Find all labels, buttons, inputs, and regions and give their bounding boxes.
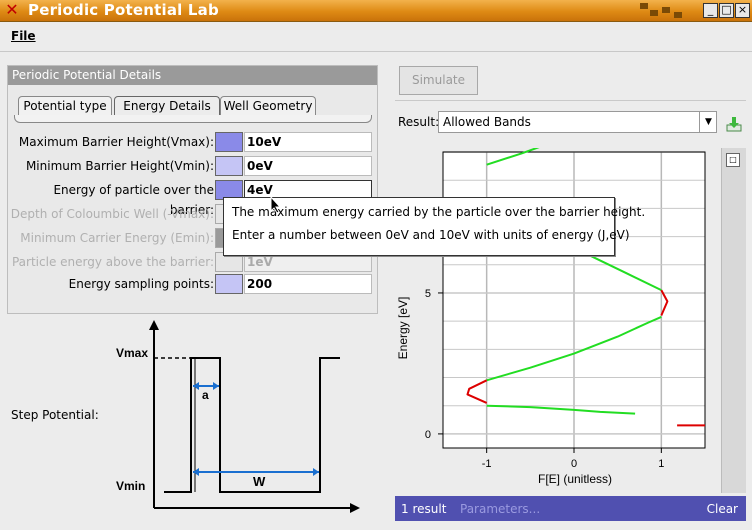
tab-energy-details[interactable]: Energy Details <box>114 96 220 116</box>
step-potential-caption: Step Potential: <box>11 408 99 422</box>
x-axis-arrow-icon <box>350 503 360 513</box>
tab-content-border <box>14 115 372 123</box>
maximize-button[interactable]: □ <box>719 3 734 18</box>
x-tick-label: 1 <box>658 458 664 470</box>
minimize-button[interactable]: _ <box>703 3 718 18</box>
tooltip-line-1: The maximum energy carried by the partic… <box>232 205 646 219</box>
result-count: 1 result <box>401 502 447 516</box>
x-tick-label: -1 <box>482 458 492 470</box>
details-header: Periodic Potential Details <box>8 66 377 85</box>
tab-potential-type[interactable]: Potential type <box>18 96 112 116</box>
vmax-label: Maximum Barrier Height(Vmax): <box>18 135 214 149</box>
title-bar[interactable]: ✕ Periodic Potential Lab _ □ × <box>0 0 752 22</box>
coulombic-depth-label: Depth of Coloumbic Well (-Vmax): <box>10 207 214 221</box>
y-tick-label: 5 <box>425 288 431 300</box>
w-diagram-label: W <box>253 474 266 489</box>
a-diagram-label: a <box>202 388 209 402</box>
export-icon[interactable] <box>726 116 742 132</box>
vmin-label: Minimum Barrier Height(Vmin): <box>25 159 214 173</box>
title-decoration <box>674 12 682 18</box>
min-carrier-energy-label: Minimum Carrier Energy (Emin): <box>20 231 214 245</box>
title-decoration <box>640 3 648 9</box>
clear-button[interactable]: Clear <box>707 502 738 516</box>
details-panel: Periodic Potential Details Potential typ… <box>7 65 378 314</box>
vmin-color-swatch <box>215 156 243 176</box>
chevron-down-icon[interactable]: ▼ <box>699 111 717 133</box>
x-tick-label: 0 <box>571 458 577 470</box>
title-decoration <box>662 7 670 13</box>
result-label: Result: <box>398 115 440 129</box>
sampling-points-input[interactable]: 200 <box>244 274 372 294</box>
y-tick-label: 0 <box>425 429 431 441</box>
menu-bar: File <box>0 22 752 52</box>
expand-box-icon[interactable]: □ <box>726 153 740 167</box>
title-decoration <box>650 10 658 16</box>
vmin-diagram-label: Vmin <box>116 479 145 493</box>
energy-over-barrier-label: Energy of particle over the barrier: <box>53 183 214 217</box>
arrow-head-icon <box>193 468 199 476</box>
arrow-head-icon <box>193 382 199 390</box>
tooltip-line-2: Enter a number between 0eV and 10eV with… <box>232 228 630 242</box>
side-scrollbar[interactable] <box>721 148 746 493</box>
menu-file[interactable]: File <box>11 29 36 43</box>
vmax-color-swatch <box>215 132 243 152</box>
arrow-head-icon <box>213 382 219 390</box>
sampling-points-swatch <box>215 274 243 294</box>
vmax-diagram-label: Vmax <box>116 346 148 360</box>
particle-energy-above-label: Particle energy above the barrier: <box>11 255 214 269</box>
simulate-button[interactable]: Simulate <box>399 66 478 95</box>
app-x-icon: ✕ <box>5 0 19 19</box>
tab-well-geometry[interactable]: Well Geometry <box>220 96 316 116</box>
arrow-head-icon <box>313 468 319 476</box>
y-axis-label: Energy [eV] <box>396 297 410 360</box>
right-separator <box>395 100 746 101</box>
y-axis-arrow-icon <box>149 320 159 330</box>
mouse-pointer-icon <box>270 196 282 214</box>
result-select[interactable]: Allowed Bands <box>438 111 717 133</box>
parameters-link[interactable]: Parameters... <box>460 502 540 516</box>
x-axis-label: F[E] (unitless) <box>538 472 612 486</box>
sampling-points-label: Energy sampling points: <box>68 277 214 291</box>
close-button[interactable]: × <box>735 3 750 18</box>
step-potential-diagram: Vmax Vmin a W <box>116 320 360 513</box>
window-title: Periodic Potential Lab <box>28 1 219 19</box>
vmax-input[interactable]: 10eV <box>244 132 372 152</box>
status-bar: 1 result Parameters... Clear <box>395 496 746 521</box>
vmin-input[interactable]: 0eV <box>244 156 372 176</box>
